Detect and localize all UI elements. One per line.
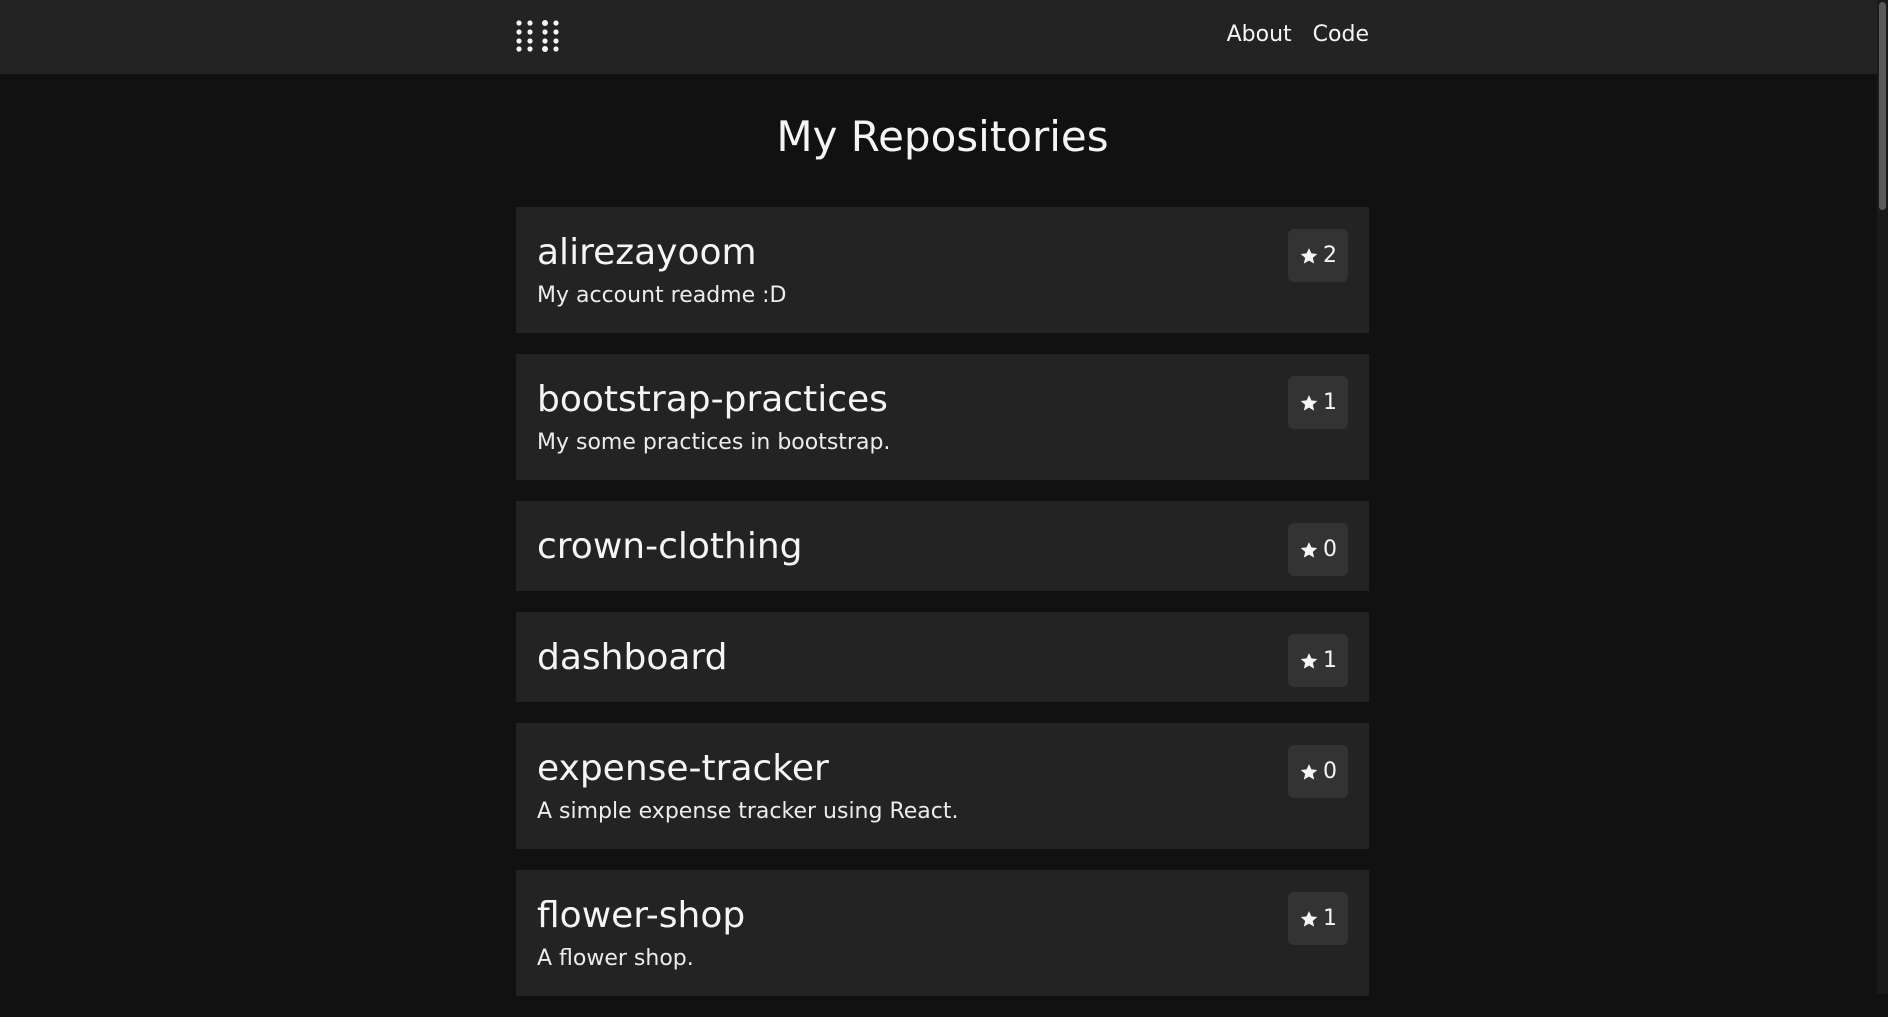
nav-links: About Code <box>1227 22 1369 47</box>
repo-name[interactable]: flower-shop <box>537 894 1348 938</box>
star-count-badge[interactable]: 1 <box>1288 376 1348 429</box>
star-count: 2 <box>1323 243 1337 268</box>
repo-card[interactable]: crown-clothing 0 <box>516 501 1369 591</box>
repo-name[interactable]: crown-clothing <box>537 525 1348 569</box>
star-count-badge[interactable]: 0 <box>1288 745 1348 798</box>
repository-list: alirezayoom My account readme :D 2 bootstra… <box>516 207 1369 1017</box>
repo-description: My account readme :D <box>537 283 787 308</box>
star-count-badge[interactable]: 1 <box>1288 634 1348 687</box>
star-count: 1 <box>1323 648 1337 673</box>
star-count-badge[interactable]: 2 <box>1288 229 1348 282</box>
star-icon <box>1299 909 1319 929</box>
repo-card[interactable]: dashboard 1 <box>516 612 1369 702</box>
repo-description: My some practices in bootstrap. <box>537 430 891 455</box>
page-title: My Repositories <box>776 112 1109 161</box>
repo-card[interactable]: flower-shop A flower shop. 1 <box>516 870 1369 996</box>
repo-name[interactable]: bootstrap-practices <box>537 378 1348 422</box>
repo-name[interactable]: expense-tracker <box>537 747 1348 791</box>
dots-grid-icon[interactable] <box>516 20 560 52</box>
repo-card[interactable]: alirezayoom My account readme :D 2 <box>516 207 1369 333</box>
star-icon <box>1299 393 1319 413</box>
scrollbar[interactable] <box>1877 0 1888 994</box>
star-count: 1 <box>1323 906 1337 931</box>
top-navbar: About Code <box>0 0 1877 74</box>
star-count-badge[interactable]: 1 <box>1288 892 1348 945</box>
repo-description: A flower shop. <box>537 946 694 971</box>
nav-link-code[interactable]: Code <box>1313 22 1369 47</box>
repo-description: A simple expense tracker using React. <box>537 799 959 824</box>
star-icon <box>1299 540 1319 560</box>
star-count: 1 <box>1323 390 1337 415</box>
nav-link-about[interactable]: About <box>1227 22 1292 47</box>
repo-name[interactable]: alirezayoom <box>537 231 1348 275</box>
repo-card[interactable]: bootstrap-practices My some practices in … <box>516 354 1369 480</box>
star-icon <box>1299 651 1319 671</box>
star-icon <box>1299 246 1319 266</box>
scrollbar-thumb[interactable] <box>1879 2 1886 210</box>
star-icon <box>1299 762 1319 782</box>
star-count: 0 <box>1323 537 1337 562</box>
repo-card[interactable]: expense-tracker A simple expense tracker … <box>516 723 1369 849</box>
navbar-inner: About Code <box>516 0 1369 74</box>
star-count-badge[interactable]: 0 <box>1288 523 1348 576</box>
star-count: 0 <box>1323 759 1337 784</box>
repo-name[interactable]: dashboard <box>537 636 1348 680</box>
